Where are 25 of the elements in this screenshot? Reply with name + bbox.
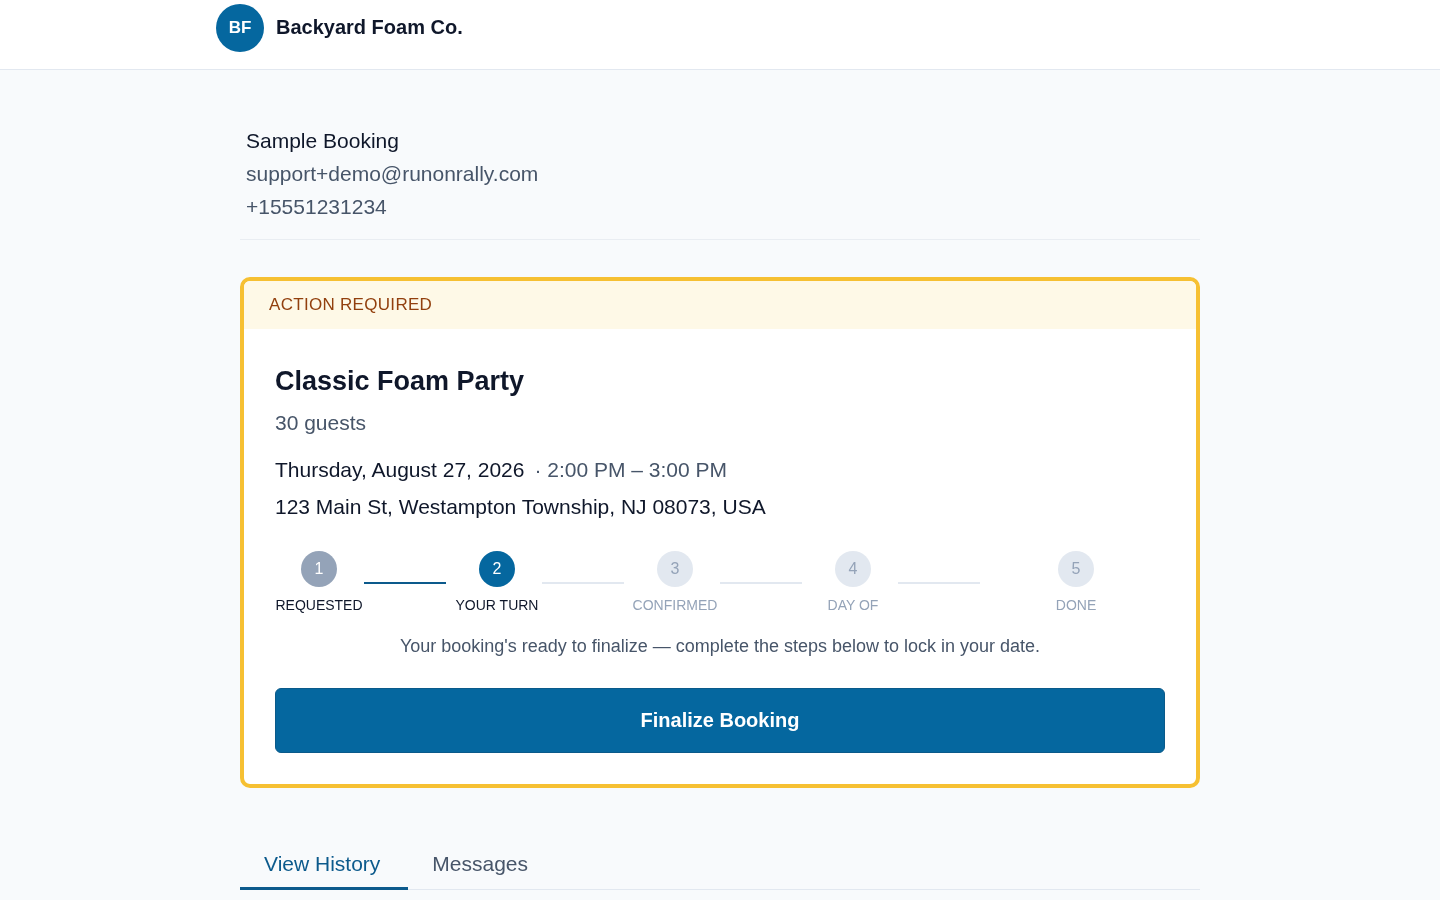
status-note: Your booking's ready to finalize — complete the steps below to lock in your date. [398,635,1042,658]
booking-address: 123 Main St, Westampton Township, NJ 08073, USA [275,494,767,520]
step-circle: 5 [1058,551,1094,587]
customer-name: Sample Booking [246,128,400,154]
guest-count: 30 guests [275,410,368,436]
booking-time: · 2:00 PM – 3:00 PM [534,458,728,481]
booking-title: Classic Foam Party [275,365,526,398]
step-label: DAY OF [827,596,879,614]
tab[interactable]: View History [240,838,409,890]
step-circle: 3 [657,551,693,587]
status-banner: ACTION REQUIRED [244,281,1196,329]
customer-phone: +15551231234 [246,194,388,220]
booking-date: Thursday, August 27, 2026 [275,458,525,481]
business-name: Backyard Foam Co. [276,16,463,39]
step-circle: 2 [479,551,515,587]
customer-email: support+demo@runonrally.com [246,161,540,187]
step-circle: 4 [835,551,871,587]
step-label: YOUR TURN [455,596,539,614]
logo-mark: BF [216,3,264,52]
step-label: CONFIRMED [632,596,718,614]
step-label: DONE [1055,596,1097,614]
tab[interactable]: Messages [408,838,557,890]
step-circle: 1 [301,551,337,587]
step-label: REQUESTED [275,596,363,614]
finalize-booking-button[interactable]: Finalize Booking [275,688,1165,753]
